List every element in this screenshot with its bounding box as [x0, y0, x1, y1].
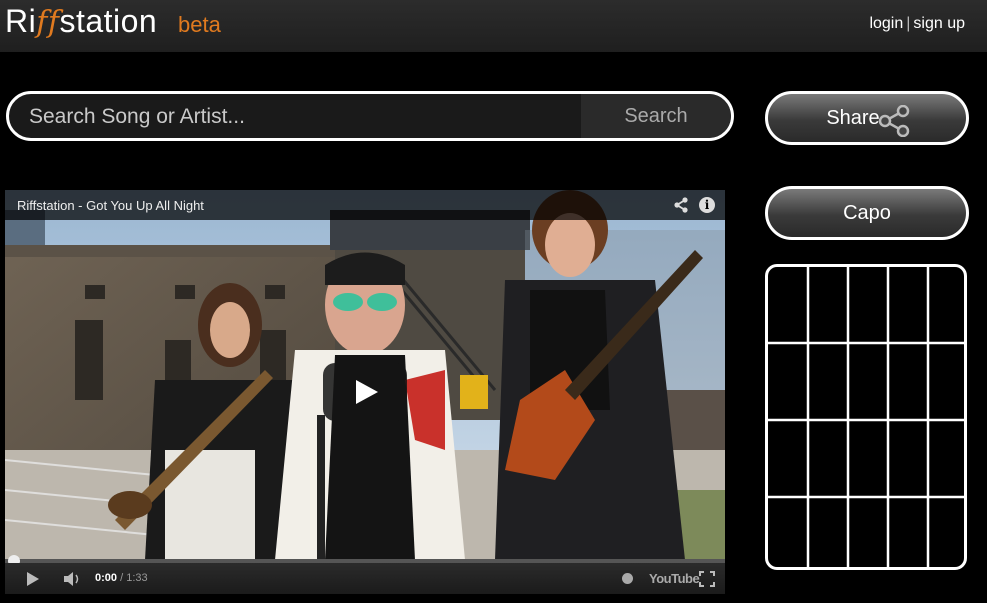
video-controls-bar: 0:00 / 1:33 YouTube	[5, 563, 725, 594]
capo-button[interactable]: Capo	[765, 186, 969, 240]
search-bar: Search	[6, 91, 734, 141]
auth-separator: |	[906, 15, 911, 32]
beta-label: beta	[178, 12, 221, 37]
fullscreen-icon[interactable]	[699, 571, 715, 587]
share-button[interactable]: Share	[765, 91, 969, 145]
riffstation-logo[interactable]: Riffstation	[5, 3, 157, 40]
search-input[interactable]	[27, 94, 591, 138]
time-separator: /	[120, 572, 124, 584]
video-play-button[interactable]	[323, 363, 407, 421]
youtube-logo[interactable]: YouTube	[649, 571, 700, 586]
watch-later-icon[interactable]	[622, 573, 633, 584]
video-title-bar: Riffstation - Got You Up All Night i	[5, 190, 725, 220]
video-info-icon[interactable]: i	[699, 197, 715, 213]
video-share-icon[interactable]	[673, 197, 689, 213]
volume-icon[interactable]	[63, 571, 83, 587]
signup-link[interactable]: sign up	[913, 15, 965, 32]
video-time: 0:00 / 1:33	[95, 572, 148, 584]
video-player[interactable]: Riffstation - Got You Up All Night i 0:0…	[5, 190, 725, 594]
search-button[interactable]: Search	[581, 94, 731, 138]
share-icon	[878, 105, 910, 137]
time-total: 1:33	[126, 572, 148, 584]
time-current: 0:00	[95, 572, 118, 584]
header-bar: Riffstation beta login | sign up	[0, 0, 987, 52]
video-title[interactable]: Riffstation - Got You Up All Night	[17, 198, 204, 213]
logo-text-ff: ff	[36, 5, 60, 40]
logo-text-start: Ri	[5, 3, 37, 39]
play-icon	[356, 380, 378, 404]
auth-links: login | sign up	[869, 15, 965, 33]
login-link[interactable]: login	[869, 15, 903, 32]
share-button-label: Share	[826, 107, 880, 129]
fretboard-lines	[768, 267, 964, 567]
control-play-icon[interactable]	[27, 572, 39, 586]
logo-text-end: station	[59, 3, 158, 39]
chord-fretboard-grid[interactable]	[765, 264, 967, 570]
